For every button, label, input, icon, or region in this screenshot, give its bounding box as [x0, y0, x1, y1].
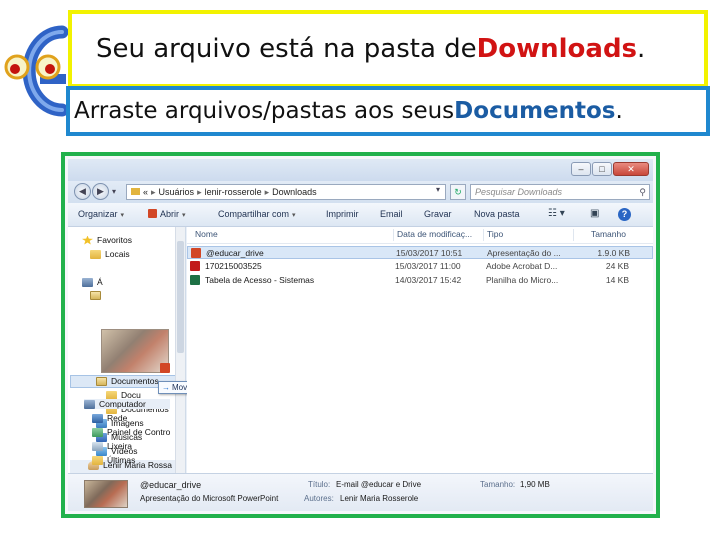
- email-button[interactable]: Email: [380, 209, 403, 219]
- back-arrow-icon[interactable]: ◀: [74, 183, 91, 200]
- minimize-button[interactable]: –: [571, 162, 591, 176]
- maximize-button[interactable]: □: [592, 162, 612, 176]
- file-date: 14/03/2017 15:42: [395, 275, 462, 285]
- refresh-icon[interactable]: ↻: [450, 184, 466, 200]
- nav-control-panel[interactable]: Painel de Contro: [92, 427, 170, 437]
- history-dropdown-icon[interactable]: ▾: [112, 187, 116, 196]
- details-file-name: @educar_drive: [140, 480, 202, 490]
- file-date: 15/03/2017 10:51: [396, 248, 463, 258]
- file-name: 170215003525: [205, 261, 262, 271]
- open-button[interactable]: Abrir ▾: [148, 209, 186, 219]
- nav-pane-lower: Computador Rede Painel de Contro Lixeira…: [64, 223, 170, 469]
- instruction-line2-suffix: .: [615, 98, 623, 124]
- xls-file-icon: [190, 275, 200, 285]
- column-size[interactable]: Tamanho: [591, 229, 626, 239]
- details-file-type: Apresentação do Microsoft PowerPoint: [140, 494, 279, 503]
- file-size: 14 KB: [605, 275, 629, 285]
- search-icon[interactable]: ⚲: [639, 185, 646, 199]
- instruction-line2-prefix: Arraste arquivos/pastas aos seus: [74, 98, 455, 124]
- forward-arrow-icon[interactable]: ▶: [92, 183, 109, 200]
- trash-icon: [92, 441, 103, 451]
- column-type[interactable]: Tipo: [487, 229, 503, 239]
- file-size: 24 KB: [605, 261, 629, 271]
- organize-button[interactable]: Organizar ▾: [78, 209, 124, 219]
- file-row-1[interactable]: @educar_drive 15/03/2017 10:51 Apresenta…: [187, 246, 653, 259]
- details-size-value: 1,90 MB: [520, 480, 550, 489]
- powerpoint-icon: [148, 209, 157, 218]
- nav-scroll-thumb[interactable]: [177, 241, 184, 353]
- computer-icon: [84, 399, 95, 409]
- details-authors-value[interactable]: Lenir Maria Rosserole: [340, 494, 418, 503]
- documents-highlight: Documentos: [454, 98, 616, 124]
- file-row-2[interactable]: 170215003525 15/03/2017 11:00 Adobe Acro…: [187, 260, 653, 273]
- file-name: Tabela de Acesso - Sistemas: [205, 275, 315, 285]
- nav-trash[interactable]: Lixeira: [92, 441, 132, 451]
- close-button[interactable]: ✕: [613, 162, 649, 176]
- column-name[interactable]: Nome: [195, 229, 218, 239]
- nav-scrollbar[interactable]: [175, 227, 185, 473]
- folder-icon: [131, 188, 140, 195]
- help-icon[interactable]: ?: [618, 208, 631, 221]
- control-panel-icon: [92, 427, 103, 437]
- file-type: Adobe Acrobat D...: [486, 261, 558, 271]
- ppt-file-icon: [191, 248, 201, 258]
- logo-eyes-g-icon: [4, 25, 69, 117]
- file-date: 15/03/2017 11:00: [395, 261, 461, 271]
- file-size: 1.9.0 KB: [597, 248, 630, 258]
- nav-computer[interactable]: Computador: [84, 399, 170, 409]
- details-pane: @educar_drive Apresentação do Microsoft …: [68, 473, 653, 511]
- navigation-row: ◀ ▶ ▾ «▸ Usuários ▸ lenir-rosserole ▸ Downloa…: [68, 181, 653, 203]
- share-button[interactable]: Compartilhar com ▾: [218, 209, 296, 219]
- instruction-documents-box: Arraste arquivos/pastas aos seus Documen…: [66, 86, 710, 136]
- file-row-3[interactable]: Tabela de Acesso - Sistemas 14/03/2017 1…: [187, 274, 653, 287]
- network-icon: [92, 413, 103, 423]
- downloads-highlight: Downloads: [476, 34, 638, 64]
- details-title-label: Título:: [308, 480, 331, 489]
- crumb-users[interactable]: Usuários: [159, 187, 195, 197]
- crumb-downloads[interactable]: Downloads: [272, 187, 317, 197]
- instruction-line1-suffix: .: [637, 34, 646, 64]
- address-dropdown-icon[interactable]: ▾: [436, 185, 440, 194]
- file-thumbnail: [84, 480, 128, 508]
- instruction-line1-prefix: Seu arquivo está na pasta de: [96, 34, 477, 64]
- file-name: @educar_drive: [206, 248, 264, 258]
- instruction-downloads-box: Seu arquivo está na pasta de Downloads.: [68, 10, 708, 88]
- nav-recent[interactable]: Últimas: [92, 455, 135, 465]
- burn-button[interactable]: Gravar: [424, 209, 452, 219]
- details-authors-label: Autores:: [304, 494, 334, 503]
- file-type: Planilha do Micro...: [486, 275, 559, 285]
- new-folder-button[interactable]: Nova pasta: [474, 209, 520, 219]
- crumb-user[interactable]: lenir-rosserole: [205, 187, 262, 197]
- title-bar: – □ ✕: [68, 159, 653, 181]
- nav-network[interactable]: Rede: [92, 413, 127, 423]
- details-title-value[interactable]: E-mail @educar e Drive: [336, 480, 421, 489]
- search-placeholder: Pesquisar Downloads: [475, 187, 563, 197]
- folder-icon: [92, 455, 103, 465]
- preview-pane-icon[interactable]: ▣: [590, 208, 599, 219]
- details-size-label: Tamanho:: [480, 480, 516, 489]
- file-type: Apresentação do ...: [487, 248, 561, 258]
- print-button[interactable]: Imprimir: [326, 209, 359, 219]
- search-input[interactable]: Pesquisar Downloads ⚲: [470, 184, 650, 200]
- address-bar[interactable]: «▸ Usuários ▸ lenir-rosserole ▸ Downloads: [126, 184, 446, 200]
- view-options-icon[interactable]: ☷ ▾: [548, 208, 565, 219]
- address-overflow: «: [143, 187, 149, 197]
- pdf-file-icon: [190, 261, 200, 271]
- file-list: Nome Data de modificaç... Tipo Tamanho @…: [187, 227, 653, 473]
- column-date[interactable]: Data de modificaç...: [397, 229, 472, 239]
